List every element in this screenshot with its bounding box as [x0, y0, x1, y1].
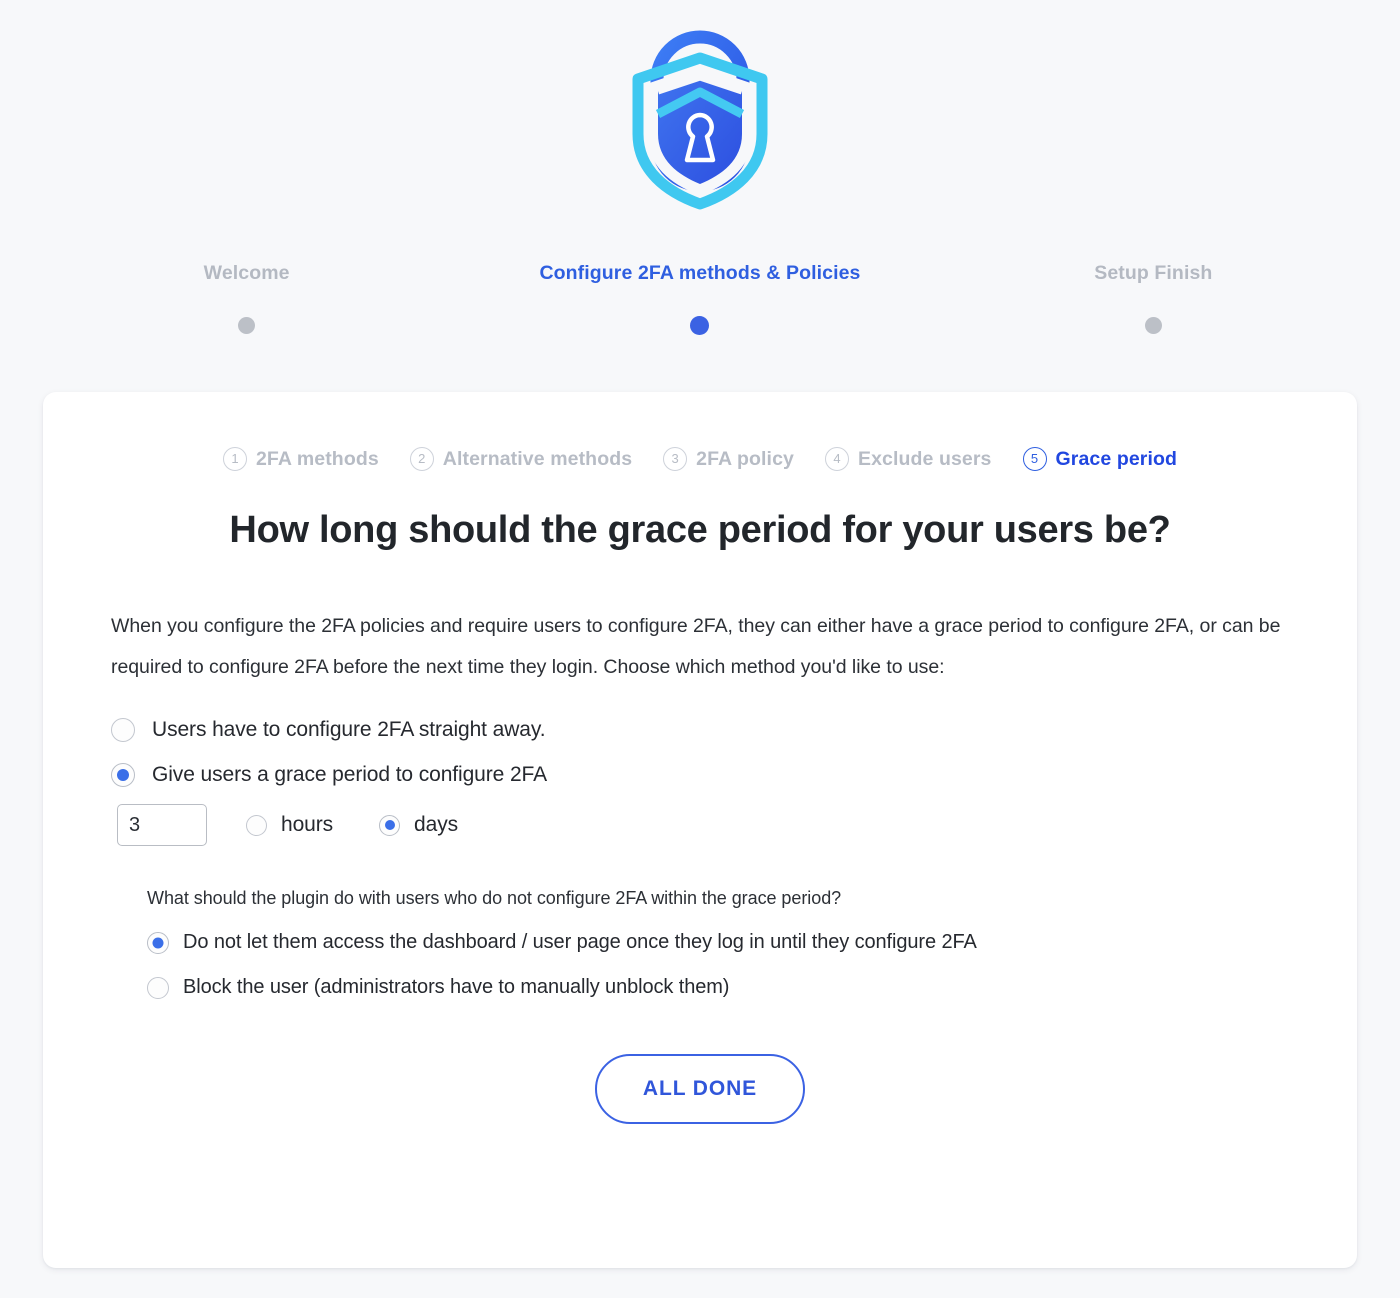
- all-done-button[interactable]: ALL DONE: [594, 1054, 806, 1124]
- radio-icon-block-user[interactable]: [147, 976, 169, 999]
- sub-step-number: 4: [824, 447, 849, 471]
- sub-step-number: 1: [222, 447, 247, 471]
- top-step-dot: [238, 316, 256, 334]
- setup-wizard-page: Welcome Configure 2FA methods & Policies…: [0, 0, 1400, 1298]
- sub-step-label: Grace period: [1055, 447, 1178, 470]
- radio-icon-straight-away[interactable]: [111, 718, 135, 742]
- card-content: When you configure the 2FA policies and …: [43, 606, 1357, 1124]
- sub-question-text: What should the plugin do with users who…: [147, 888, 842, 908]
- grace-option-straight-away[interactable]: Users have to configure 2FA straight awa…: [111, 718, 1289, 742]
- sub-step-number: 5: [1022, 447, 1047, 471]
- top-step-dot: [1144, 316, 1162, 334]
- wizard-sub-steps: 1 2FA methods 2 Alternative methods 3 2F…: [43, 392, 1357, 471]
- expiry-options-group: Do not let them access the dashboard / u…: [111, 931, 1289, 999]
- sub-step-label: 2FA methods: [255, 447, 379, 470]
- top-step-label: Setup Finish: [1094, 262, 1213, 284]
- top-step-configure[interactable]: Configure 2FA methods & Policies: [473, 262, 926, 335]
- sub-step-number: 3: [663, 447, 688, 471]
- unit-label-hours: hours: [281, 813, 334, 836]
- top-step-label: Welcome: [203, 262, 290, 284]
- sub-step-2fa-methods[interactable]: 1 2FA methods: [222, 447, 379, 471]
- expiry-option-label: Block the user (administrators have to m…: [183, 976, 730, 998]
- top-step-dot-active: [690, 315, 710, 335]
- sub-step-number: 2: [409, 447, 434, 471]
- top-step-finish[interactable]: Setup Finish: [927, 262, 1380, 335]
- logo-container: [0, 0, 1400, 212]
- unit-option-days[interactable]: days: [379, 813, 458, 837]
- two-factor-shield-lock-logo: [632, 30, 768, 210]
- wizard-card: 1 2FA methods 2 Alternative methods 3 2F…: [43, 392, 1357, 1268]
- top-step-label: Configure 2FA methods & Policies: [539, 262, 861, 284]
- sub-step-grace-period[interactable]: 5 Grace period: [1022, 447, 1178, 471]
- grace-option-label: Give users a grace period to configure 2…: [152, 763, 548, 786]
- grace-option-grace-period[interactable]: Give users a grace period to configure 2…: [111, 763, 1289, 787]
- radio-icon-hours[interactable]: [246, 814, 267, 836]
- intro-paragraph: When you configure the 2FA policies and …: [111, 615, 1281, 678]
- sub-step-2fa-policy[interactable]: 3 2FA policy: [663, 447, 794, 471]
- page-title: How long should the grace period for you…: [229, 509, 1171, 551]
- wizard-top-steps: Welcome Configure 2FA methods & Policies…: [20, 262, 1380, 335]
- grace-option-label: Users have to configure 2FA straight awa…: [152, 718, 546, 741]
- radio-icon-days[interactable]: [379, 814, 401, 836]
- sub-step-exclude-users[interactable]: 4 Exclude users: [824, 447, 992, 471]
- radio-icon-block-dashboard[interactable]: [147, 931, 169, 954]
- expiry-option-block-user[interactable]: Block the user (administrators have to m…: [147, 976, 1289, 999]
- sub-step-label: Alternative methods: [442, 447, 633, 470]
- unit-option-hours[interactable]: hours: [246, 813, 333, 837]
- footer-actions: ALL DONE: [111, 1054, 1289, 1124]
- grace-duration-row: hours days: [111, 804, 1289, 846]
- sub-step-label: 2FA policy: [696, 447, 794, 470]
- unit-label-days: days: [414, 813, 458, 836]
- expiry-option-label: Do not let them access the dashboard / u…: [183, 931, 977, 953]
- sub-step-label: Exclude users: [857, 447, 992, 470]
- expiry-option-block-dashboard[interactable]: Do not let them access the dashboard / u…: [147, 931, 1289, 954]
- radio-icon-grace-period[interactable]: [111, 763, 135, 787]
- sub-step-alternative-methods[interactable]: 2 Alternative methods: [409, 447, 633, 471]
- grace-duration-input[interactable]: [117, 804, 207, 846]
- top-step-welcome[interactable]: Welcome: [20, 262, 473, 335]
